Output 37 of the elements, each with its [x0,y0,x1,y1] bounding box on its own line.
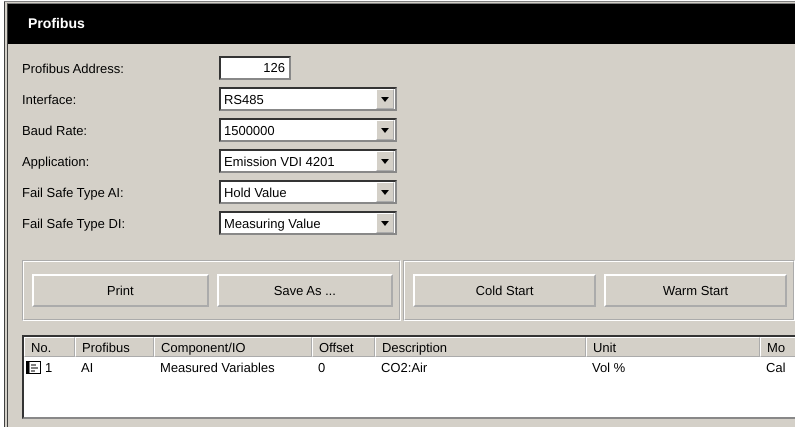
dropdown-arrow-icon [381,190,389,194]
action-button[interactable]: Warm Start [604,274,788,307]
dropdown-arrow-icon [381,96,389,102]
column-header[interactable]: Unit [586,337,760,357]
field-label: Profibus Address: [22,60,125,76]
column-header[interactable]: Profibus [75,337,154,357]
action-button[interactable]: Cold Start [413,274,596,307]
column-header[interactable]: Description [375,337,586,357]
dropdown-field[interactable]: Emission VDI 4201 [219,149,397,173]
table-cell: Cal [766,360,786,374]
action-button[interactable]: Print [32,274,209,307]
column-header[interactable]: Mo [760,337,795,357]
field-label: Fail Safe Type AI: [22,184,125,200]
dropdown-field[interactable]: Hold Value [219,180,397,204]
column-header[interactable]: Component/IO [154,337,312,357]
table-cell: AI [81,360,94,374]
window-title: Profibus [8,4,795,44]
column-header[interactable]: No. [24,337,75,357]
table-cell: CO2:Air [381,360,428,374]
dropdown-field[interactable]: 1500000 [219,118,397,142]
dropdown-field[interactable]: Measuring Value [219,211,397,235]
table-cell: 0 [318,360,326,374]
table-cell: Vol % [592,360,626,374]
dropdown-arrow-icon [381,128,389,132]
dropdown-arrow-icon [381,220,389,226]
field-label: Fail Safe Type DI: [22,216,126,230]
dropdown-field[interactable]: RS485 [219,87,397,111]
column-header[interactable]: Offset [312,337,375,357]
field-label: Baud Rate: [22,122,88,138]
table-cell: Measured Variables [160,360,275,374]
address-field[interactable]: 126 [219,56,291,80]
field-label: Application: [22,154,90,168]
table-cell: 1 [45,360,52,374]
row-item-icon [26,360,41,374]
field-label: Interface: [22,92,78,106]
action-button[interactable]: Save As ... [216,274,394,307]
dropdown-arrow-icon [381,158,389,164]
